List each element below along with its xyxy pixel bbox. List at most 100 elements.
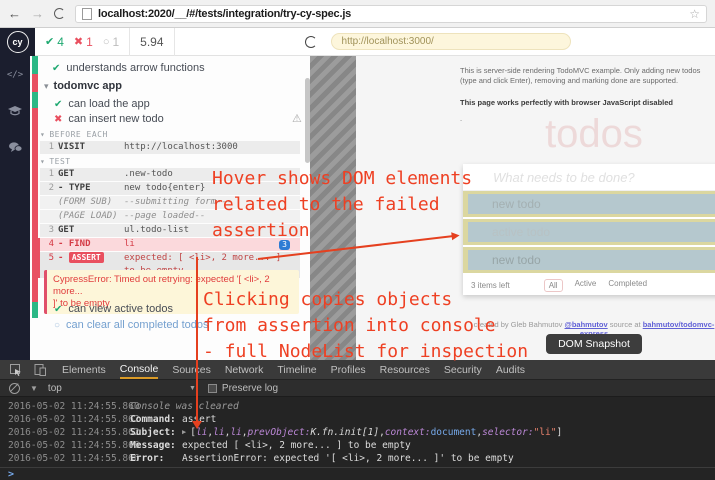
- filter-completed[interactable]: Completed: [608, 279, 647, 292]
- command-number: 4: [40, 238, 54, 251]
- command-visit[interactable]: 1 VISIT http://localhost:3000: [40, 141, 300, 154]
- section-before-each[interactable]: ▾ BEFORE EACH: [40, 128, 300, 141]
- code-icon[interactable]: </>: [0, 60, 30, 90]
- app-intro-text: This is server-side rendering TodoMVC ex…: [460, 66, 715, 86]
- suite-label: todomvc app: [54, 80, 122, 92]
- content-area: </> ✔ understands arrow functions: [0, 56, 715, 360]
- tab-security[interactable]: Security: [444, 360, 482, 379]
- snapshot-button-wrap: DOM Snapshot: [463, 334, 715, 354]
- tab-profiles[interactable]: Profiles: [331, 360, 366, 379]
- command-message: http://localhost:3000: [124, 141, 300, 154]
- node-token: li: [213, 426, 224, 439]
- console-line-error: 2016-05-02 11:24:55.866 Error: Assertion…: [0, 452, 715, 465]
- test-row-arrow-functions[interactable]: ✔ understands arrow functions: [52, 62, 205, 74]
- reload-icon[interactable]: [54, 8, 65, 19]
- console-line-command: 2016-05-02 11:24:55.862 Command: assert: [0, 413, 715, 426]
- cypress-logo-box: cy: [0, 28, 35, 56]
- test-row-view-active[interactable]: ✔ can view active todos: [54, 303, 173, 315]
- command-log: ▾ BEFORE EACH 1 VISIT http://localhost:3…: [40, 128, 300, 279]
- command-number: 1: [40, 141, 54, 154]
- command-get-newtodo[interactable]: 1 GET .new-todo: [40, 168, 300, 181]
- console-toolbar: ▼ top ▼ Preserve log: [0, 380, 715, 397]
- pending-count: ○ 1: [103, 35, 119, 49]
- tab-timeline[interactable]: Timeline: [277, 360, 316, 379]
- console-value: AssertionError: expected '[ <li>, 2 more…: [182, 452, 514, 465]
- event-form-submit: (FORM SUB) --submitting form---: [40, 196, 300, 209]
- chat-icon[interactable]: [0, 132, 30, 162]
- tab-network[interactable]: Network: [225, 360, 264, 379]
- pending-icon: ○: [54, 320, 60, 331]
- filter-icon[interactable]: ▼: [30, 384, 38, 393]
- command-message: new todo{enter}: [124, 182, 300, 195]
- console-label: Command:: [130, 413, 182, 426]
- test-row-can-load[interactable]: ✔ can load the app: [54, 98, 150, 110]
- test-label: understands arrow functions: [66, 62, 204, 74]
- warning-icon: ⚠: [292, 112, 302, 125]
- element-count-badge[interactable]: 3: [279, 240, 290, 250]
- filter-active[interactable]: Active: [575, 279, 597, 292]
- tab-sources[interactable]: Sources: [172, 360, 211, 379]
- inspect-element-icon[interactable]: [8, 364, 24, 376]
- bookmark-star-icon[interactable]: ☆: [689, 7, 700, 21]
- todo-item-highlight[interactable]: new todo: [463, 191, 715, 217]
- pending-icon: ○: [103, 36, 110, 48]
- preserve-log-checkbox[interactable]: [208, 384, 217, 393]
- clear-console-icon[interactable]: [9, 383, 20, 394]
- tab-console[interactable]: Console: [120, 360, 159, 379]
- test-row-clear-completed[interactable]: ○ can clear all completed todos: [54, 319, 209, 331]
- command-find[interactable]: 4 - FIND li 3: [40, 238, 300, 251]
- passed-number: 4: [57, 35, 64, 49]
- test-label: can clear all completed todos: [66, 319, 208, 331]
- command-name: GET: [54, 168, 124, 181]
- command-get-todolist[interactable]: 3 GET ul.todo-list: [40, 224, 300, 237]
- command-number: 1: [40, 168, 54, 181]
- filter-all[interactable]: All: [544, 279, 563, 292]
- app-reload-icon[interactable]: [305, 36, 317, 48]
- fail-icon: ✖: [74, 35, 83, 48]
- dom-snapshot-button[interactable]: DOM Snapshot: [546, 334, 642, 354]
- todo-item[interactable]: new todo: [468, 250, 715, 270]
- assert-badge[interactable]: ASSERT: [69, 252, 104, 263]
- todo-item-highlight[interactable]: new todo: [463, 247, 715, 273]
- test-row-insert-todo[interactable]: ✖ can insert new todo: [54, 113, 164, 125]
- assert-dash: -: [58, 253, 69, 263]
- todos-title: todos: [463, 112, 715, 157]
- expand-arrow-icon[interactable]: ▶: [182, 426, 186, 439]
- suite-row-todomvc[interactable]: ▾ todomvc app: [44, 80, 122, 92]
- forward-icon[interactable]: →: [31, 6, 44, 21]
- tab-audits[interactable]: Audits: [496, 360, 525, 379]
- tab-elements[interactable]: Elements: [62, 360, 106, 379]
- app-url-field[interactable]: http://localhost:3000/: [331, 33, 571, 50]
- pane-divider[interactable]: [310, 56, 356, 360]
- device-toolbar-icon[interactable]: [32, 364, 48, 376]
- address-url[interactable]: localhost:2020/__/#/tests/integration/tr…: [98, 8, 351, 20]
- event-message: --submitting form---: [124, 196, 300, 209]
- node-token: li: [196, 426, 207, 439]
- back-icon[interactable]: ←: [8, 6, 21, 21]
- document-token: document: [431, 426, 477, 439]
- timestamp: 2016-05-02 11:24:55.860: [8, 400, 130, 413]
- todo-item[interactable]: new todo: [468, 194, 715, 214]
- section-label: BEFORE EACH: [49, 130, 107, 139]
- execution-context-select[interactable]: top ▼: [48, 383, 196, 394]
- new-todo-input[interactable]: What needs to be done?: [463, 164, 715, 191]
- command-name: - TYPE: [54, 182, 124, 195]
- todo-item-highlight[interactable]: active todo: [463, 219, 715, 245]
- section-test[interactable]: ▾ TEST: [40, 155, 300, 168]
- command-name: VISIT: [54, 141, 124, 154]
- tab-resources[interactable]: Resources: [380, 360, 430, 379]
- string-token: "li": [534, 426, 557, 439]
- console-output: 2016-05-02 11:24:55.860 Console was clea…: [0, 397, 715, 465]
- console-value: assert: [182, 413, 216, 426]
- assert-expected[interactable]: expected: [ <li>, 2 more... ]: [124, 253, 281, 263]
- console-prompt[interactable]: >: [0, 467, 715, 480]
- command-type[interactable]: 2 - TYPE new todo{enter}: [40, 182, 300, 195]
- address-bar[interactable]: localhost:2020/__/#/tests/integration/tr…: [75, 5, 707, 23]
- cypress-logo[interactable]: cy: [7, 31, 29, 53]
- graduation-cap-icon[interactable]: [0, 96, 30, 126]
- context-label: top: [48, 383, 62, 394]
- command-message: .new-todo: [124, 168, 300, 181]
- event-name: (FORM SUB): [54, 196, 124, 209]
- bahmutov-link[interactable]: @bahmutov: [565, 320, 608, 329]
- todo-item[interactable]: active todo: [468, 222, 715, 242]
